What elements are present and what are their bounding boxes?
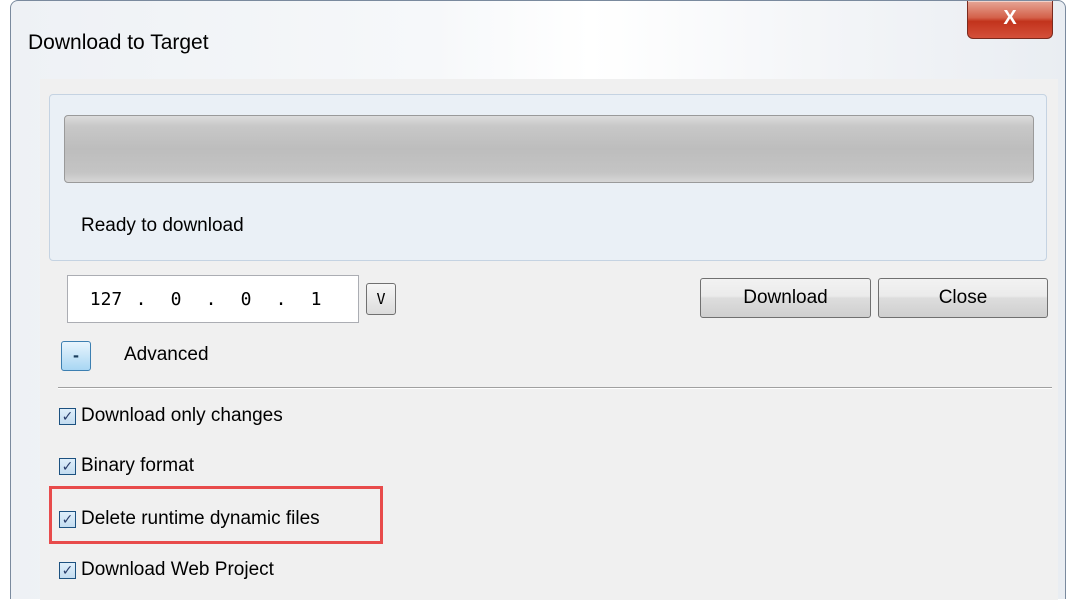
ip-dot: . xyxy=(205,288,217,310)
option-download-web-project[interactable]: ✓ Download Web Project xyxy=(59,559,274,581)
close-button[interactable]: Close xyxy=(878,278,1048,318)
ip-dot: . xyxy=(275,288,287,310)
checkbox[interactable]: ✓ xyxy=(59,407,76,425)
checkbox[interactable]: ✓ xyxy=(59,561,76,579)
option-label: Download only changes xyxy=(81,405,283,426)
option-label: Download Web Project xyxy=(81,559,274,580)
dialog-body: Ready to download 127 . 0 . 0 . 1 V Down… xyxy=(40,79,1058,600)
download-button[interactable]: Download xyxy=(700,278,871,318)
ip-octet-3[interactable]: 0 xyxy=(226,289,266,310)
ip-octet-4[interactable]: 1 xyxy=(296,289,336,310)
option-download-only-changes[interactable]: ✓ Download only changes xyxy=(59,405,283,427)
highlight-box xyxy=(49,486,383,544)
x-icon: X xyxy=(1003,7,1017,29)
title-bar[interactable]: Download to Target X xyxy=(11,1,1065,79)
divider xyxy=(58,387,1052,389)
ip-octet-2[interactable]: 0 xyxy=(156,289,196,310)
close-window-button[interactable]: X xyxy=(967,1,1053,39)
ip-dot: . xyxy=(135,288,147,310)
progress-bar xyxy=(64,115,1034,183)
ip-octet-1[interactable]: 127 xyxy=(86,289,126,310)
advanced-label: Advanced xyxy=(124,344,209,365)
status-panel: Ready to download xyxy=(49,94,1047,261)
checkbox[interactable]: ✓ xyxy=(59,457,76,475)
option-label: Binary format xyxy=(81,455,194,476)
option-binary-format[interactable]: ✓ Binary format xyxy=(59,455,194,477)
download-to-target-dialog: Download to Target X Ready to download 1… xyxy=(10,0,1066,600)
ip-address-input[interactable]: 127 . 0 . 0 . 1 xyxy=(67,275,359,323)
status-text: Ready to download xyxy=(81,215,244,236)
window-title: Download to Target xyxy=(28,31,209,54)
advanced-toggle-button[interactable]: - xyxy=(61,341,91,371)
address-dropdown-button[interactable]: V xyxy=(366,283,396,315)
